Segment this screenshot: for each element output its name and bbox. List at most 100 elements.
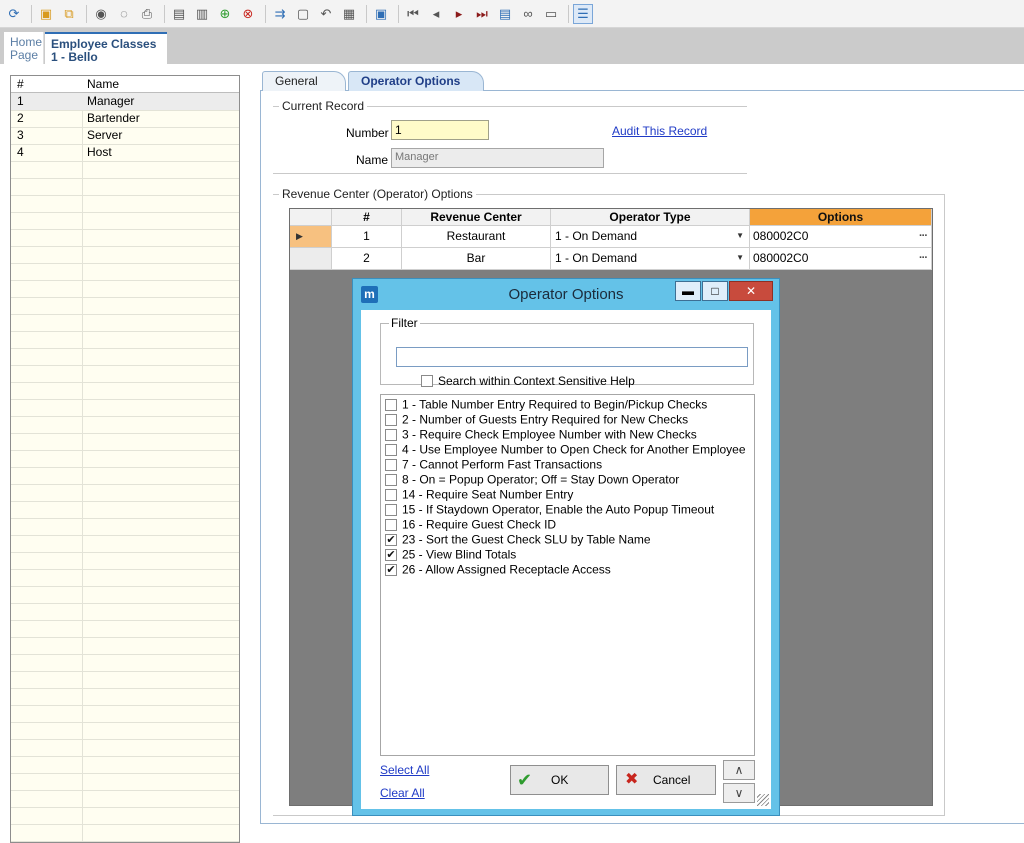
clear-all-link[interactable]: Clear All bbox=[380, 786, 425, 800]
operator-type-dropdown[interactable]: 1 - On Demand ▼ bbox=[551, 226, 750, 248]
tab-home-page[interactable]: Home Page bbox=[4, 32, 44, 64]
previous-record-icon[interactable]: ◂ bbox=[426, 4, 446, 24]
audit-record-link[interactable]: Audit This Record bbox=[612, 124, 707, 138]
option-label: 1 - Table Number Entry Required to Begin… bbox=[402, 397, 708, 412]
view-icon[interactable]: ▣ bbox=[371, 4, 391, 24]
option-checkbox-checked[interactable]: ✔ bbox=[385, 563, 397, 576]
option-checkbox[interactable] bbox=[385, 413, 397, 426]
list-item[interactable]: 7 - Cannot Perform Fast Transactions bbox=[385, 457, 754, 472]
list-item[interactable]: 3 - Require Check Employee Number with N… bbox=[385, 427, 754, 442]
save-icon[interactable]: ▤ bbox=[169, 4, 189, 24]
column-header-name[interactable]: Name bbox=[87, 76, 119, 93]
list-item[interactable]: ✔ 25 - View Blind Totals bbox=[385, 547, 754, 562]
select-all-link[interactable]: Select All bbox=[380, 763, 429, 777]
resize-grip-icon[interactable] bbox=[757, 794, 769, 806]
list-item[interactable]: 4 - Use Employee Number to Open Check fo… bbox=[385, 442, 754, 457]
list-item[interactable]: 3 Server bbox=[11, 127, 239, 144]
option-checkbox-checked[interactable]: ✔ bbox=[385, 533, 397, 546]
move-down-button[interactable]: ∨ bbox=[723, 783, 755, 803]
table-row[interactable]: 2 Bar 1 - On Demand ▼ 080002C0 ··· bbox=[290, 248, 932, 270]
first-record-icon[interactable]: ⏮ bbox=[403, 4, 423, 24]
list-item[interactable]: 15 - If Staydown Operator, Enable the Au… bbox=[385, 502, 754, 517]
row-selector[interactable]: ▶ bbox=[290, 226, 332, 248]
employee-class-list[interactable]: # Name 1 Manager 2 Bartender 3 Server 4 … bbox=[10, 75, 240, 843]
filter-input[interactable] bbox=[396, 347, 748, 367]
ellipsis-icon[interactable]: ··· bbox=[919, 226, 928, 246]
option-checkbox[interactable] bbox=[385, 443, 397, 456]
find-icon[interactable]: ◉ bbox=[91, 4, 111, 24]
tab-general[interactable]: General bbox=[262, 71, 346, 91]
list-item[interactable]: 8 - On = Popup Operator; Off = Stay Down… bbox=[385, 472, 754, 487]
minimize-button[interactable]: ▬ bbox=[675, 281, 701, 301]
insert-copy-icon[interactable]: ⧉ bbox=[59, 4, 79, 24]
list-item[interactable]: ✔ 26 - Allow Assigned Receptacle Access bbox=[385, 562, 754, 577]
list-item[interactable]: 2 Bartender bbox=[11, 110, 239, 127]
name-field[interactable]: Manager bbox=[391, 148, 604, 168]
tab-employee-classes[interactable]: Employee Classes 1 - Bello bbox=[45, 32, 167, 64]
chevron-down-icon[interactable]: ▼ bbox=[736, 248, 744, 268]
tab-employee-classes-line2: 1 - Bello bbox=[51, 50, 98, 64]
window-icon[interactable]: ▭ bbox=[541, 4, 561, 24]
insert-record-icon[interactable]: ▣ bbox=[36, 4, 56, 24]
add-icon[interactable]: ⊕ bbox=[215, 4, 235, 24]
list-item[interactable]: 16 - Require Guest Check ID bbox=[385, 517, 754, 532]
delete-icon[interactable]: ⊗ bbox=[238, 4, 258, 24]
list-item[interactable]: ✔ 23 - Sort the Guest Check SLU by Table … bbox=[385, 532, 754, 547]
option-label: 15 - If Staydown Operator, Enable the Au… bbox=[402, 502, 715, 517]
option-label: 16 - Require Guest Check ID bbox=[402, 517, 557, 532]
option-checkbox[interactable] bbox=[385, 503, 397, 516]
column-header-operator-type[interactable]: Operator Type bbox=[551, 209, 750, 226]
options-cell[interactable]: 080002C0 ··· bbox=[750, 248, 932, 270]
option-checkbox[interactable] bbox=[385, 458, 397, 471]
save-all-icon[interactable]: ▥ bbox=[192, 4, 212, 24]
grid-row-header-corner bbox=[290, 209, 332, 226]
print-icon[interactable]: ⎙ bbox=[137, 4, 157, 24]
undo-icon[interactable]: ↶ bbox=[316, 4, 336, 24]
list-item-number: 4 bbox=[17, 145, 24, 159]
list-item[interactable]: 14 - Require Seat Number Entry bbox=[385, 487, 754, 502]
copy-records-icon[interactable]: ⇉ bbox=[270, 4, 290, 24]
ellipsis-icon[interactable]: ··· bbox=[919, 248, 928, 268]
clipboard-icon[interactable]: ▦ bbox=[339, 4, 359, 24]
search-help-checkbox-row[interactable]: Search within Context Sensitive Help bbox=[421, 373, 635, 388]
option-checkbox-checked[interactable]: ✔ bbox=[385, 548, 397, 561]
tab-operator-options[interactable]: Operator Options bbox=[348, 71, 484, 91]
close-button[interactable]: ✕ bbox=[729, 281, 773, 301]
refresh-icon[interactable]: ⟳ bbox=[4, 4, 24, 24]
list-item[interactable]: 1 Manager bbox=[11, 93, 239, 110]
option-checkbox[interactable] bbox=[385, 398, 397, 411]
cancel-button[interactable]: ✖ Cancel bbox=[616, 765, 716, 795]
goto-record-icon[interactable]: ▤ bbox=[495, 4, 515, 24]
chevron-down-icon[interactable]: ▼ bbox=[736, 226, 744, 246]
dialog-titlebar[interactable]: m Operator Options ▬ □ ✕ bbox=[353, 279, 779, 309]
option-checkbox[interactable] bbox=[385, 428, 397, 441]
search-help-checkbox[interactable] bbox=[421, 374, 433, 387]
cell-number: 2 bbox=[332, 248, 402, 270]
column-header-number[interactable]: # bbox=[332, 209, 402, 226]
binoculars-icon[interactable]: ∞ bbox=[518, 4, 538, 24]
list-item[interactable]: 2 - Number of Guests Entry Required for … bbox=[385, 412, 754, 427]
move-up-button[interactable]: ∧ bbox=[723, 760, 755, 780]
option-label: 7 - Cannot Perform Fast Transactions bbox=[402, 457, 603, 472]
number-field[interactable]: 1 bbox=[391, 120, 489, 140]
option-checkbox[interactable] bbox=[385, 488, 397, 501]
maximize-button[interactable]: □ bbox=[702, 281, 728, 301]
last-record-icon[interactable]: ⏭ bbox=[472, 4, 492, 24]
column-header-number[interactable]: # bbox=[17, 76, 24, 93]
grid-view-icon[interactable]: ☰ bbox=[573, 3, 593, 24]
options-checklist[interactable]: 1 - Table Number Entry Required to Begin… bbox=[380, 394, 755, 756]
list-item[interactable]: 4 Host bbox=[11, 144, 239, 161]
option-checkbox[interactable] bbox=[385, 473, 397, 486]
comment-icon[interactable]: ◌ bbox=[114, 4, 134, 24]
list-item[interactable]: 1 - Table Number Entry Required to Begin… bbox=[385, 397, 754, 412]
operator-type-dropdown[interactable]: 1 - On Demand ▼ bbox=[551, 248, 750, 270]
row-selector[interactable] bbox=[290, 248, 332, 270]
paste-icon[interactable]: ▢ bbox=[293, 4, 313, 24]
column-header-revenue-center[interactable]: Revenue Center bbox=[402, 209, 551, 226]
column-header-options[interactable]: Options bbox=[750, 209, 932, 226]
next-record-icon[interactable]: ▸ bbox=[449, 4, 469, 24]
option-checkbox[interactable] bbox=[385, 518, 397, 531]
options-cell[interactable]: 080002C0 ··· bbox=[750, 226, 932, 248]
table-row[interactable]: ▶ 1 Restaurant 1 - On Demand ▼ 080002C0 … bbox=[290, 226, 932, 248]
ok-button[interactable]: ✔ OK bbox=[510, 765, 609, 795]
